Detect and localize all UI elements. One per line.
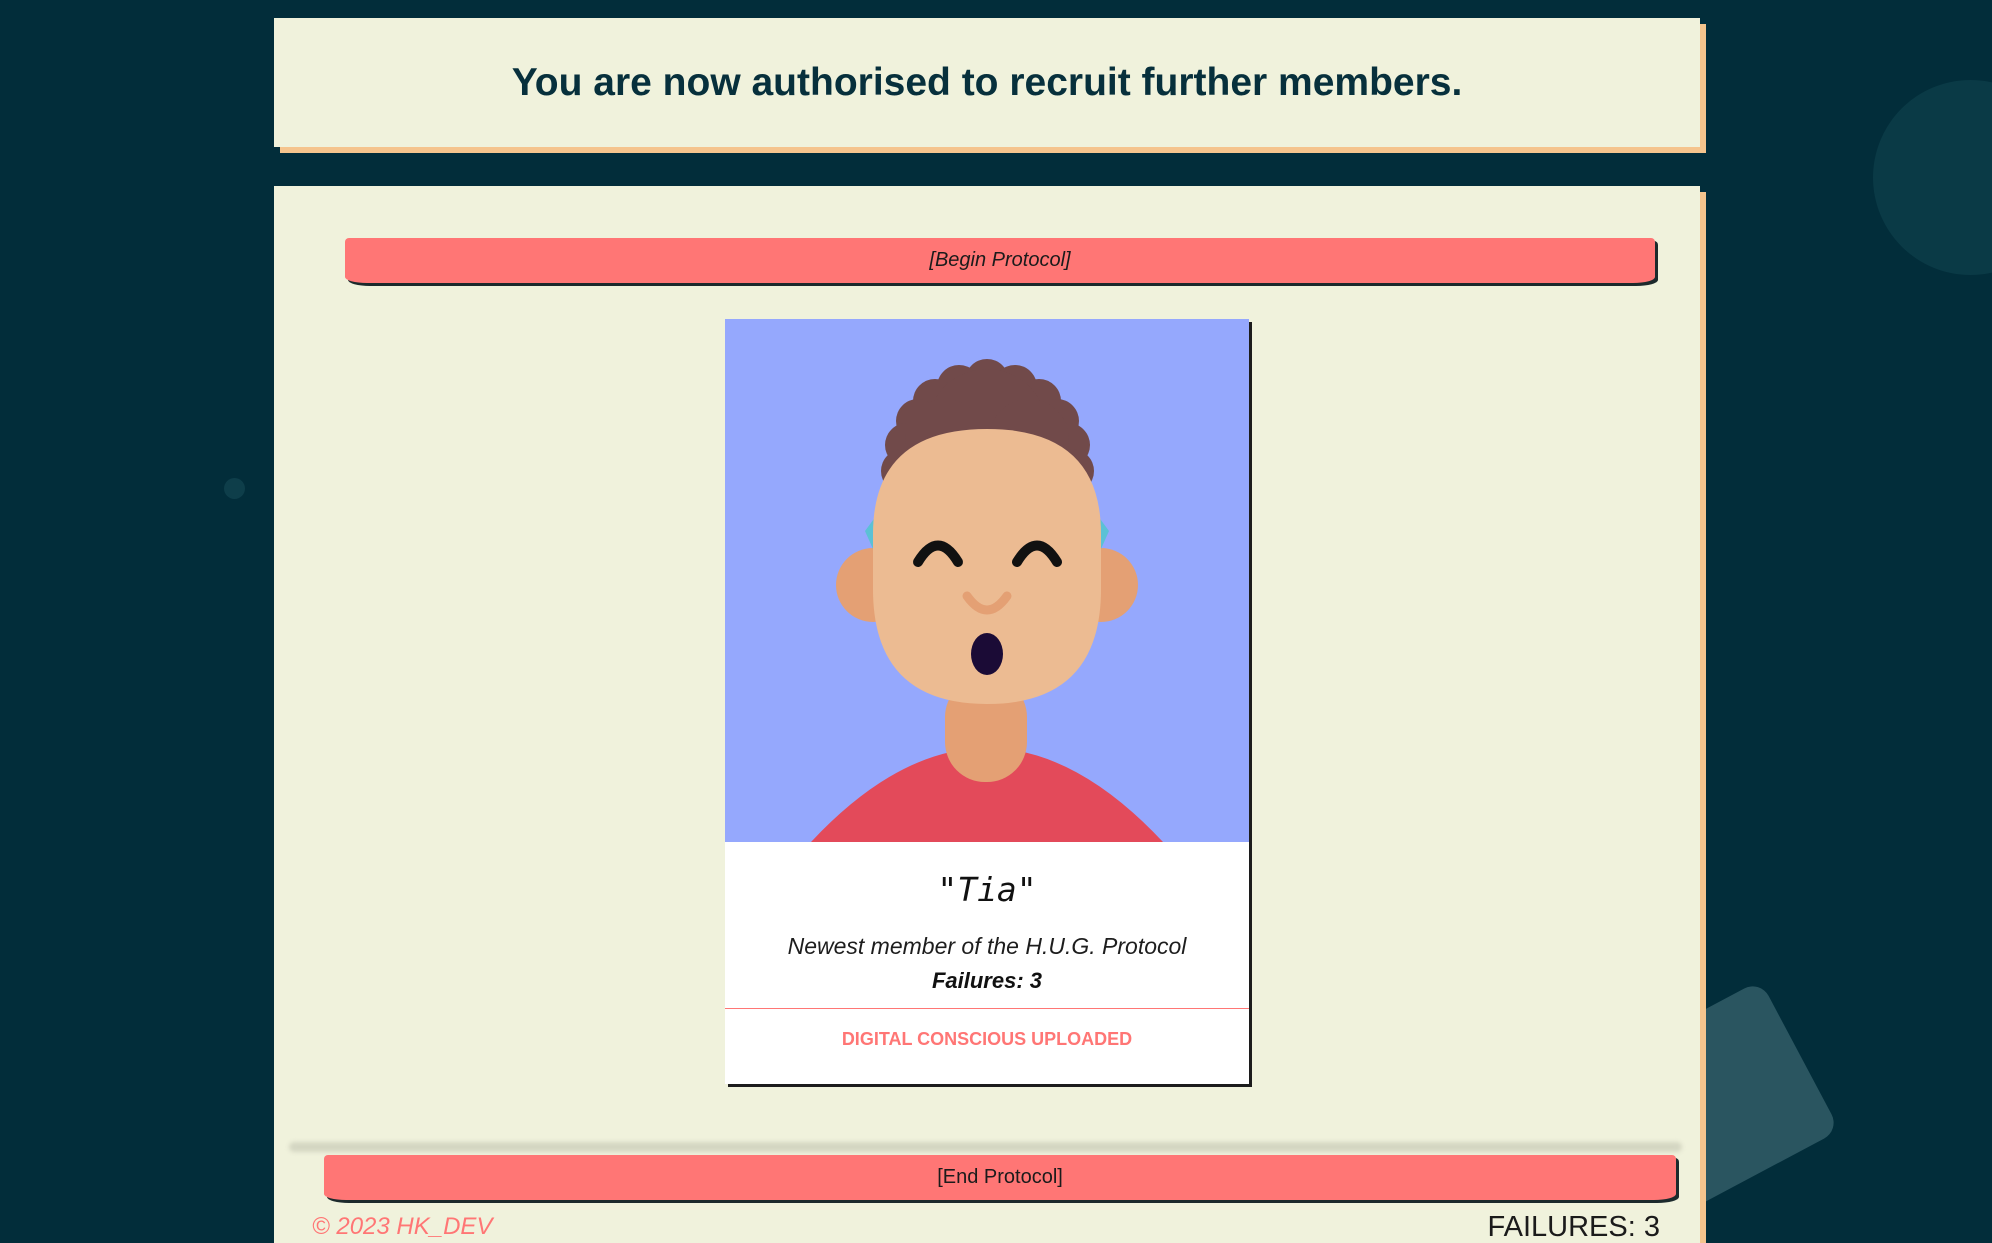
member-failures: Failures: 3 [931, 968, 1043, 993]
avatar-illustration [725, 319, 1249, 842]
failures-counter: FAILURES: 3 [1487, 1211, 1660, 1243]
upload-status: DIGITAL CONSCIOUS UPLOADED [725, 1008, 1249, 1085]
authorisation-message: You are now authorised to recruit furthe… [511, 61, 1463, 104]
member-description: Newest member of the H.U.G. Protocol [787, 933, 1187, 959]
begin-protocol-button[interactable]: [Begin Protocol] [345, 238, 1655, 283]
section-divider [289, 1142, 1682, 1152]
copyright-text: © 2023 HK_DEV [312, 1213, 493, 1240]
member-name: "Tia" [937, 870, 1037, 909]
authorisation-banner: You are now authorised to recruit furthe… [274, 18, 1700, 147]
member-card: "Tia" Newest member of the H.U.G. Protoc… [725, 319, 1249, 1084]
protocol-panel: [Begin Protocol] "Tia" Newest member of … [274, 186, 1700, 1243]
background-dot-decoration [224, 478, 245, 499]
end-protocol-button[interactable]: [End Protocol] [324, 1155, 1676, 1200]
background-circle-decoration [1873, 80, 1992, 275]
